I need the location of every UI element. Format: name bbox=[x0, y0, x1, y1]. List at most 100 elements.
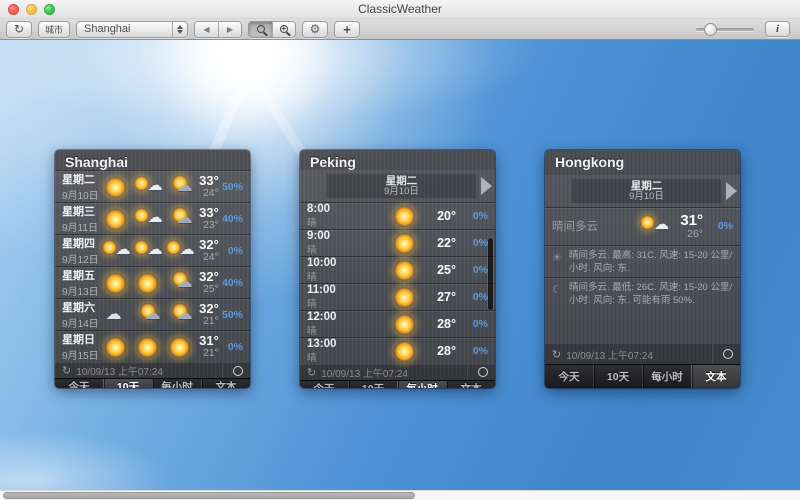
gear-icon: ⚙ bbox=[310, 23, 321, 35]
tab-text[interactable]: 文本 bbox=[201, 379, 250, 388]
day-label: 星期日 bbox=[62, 331, 101, 347]
zoom-window-button[interactable] bbox=[44, 4, 55, 15]
nav-segment: ◀ ▶ bbox=[194, 21, 242, 38]
next-day-icon[interactable] bbox=[726, 182, 737, 200]
tab-text[interactable]: 文本 bbox=[691, 365, 740, 388]
forecast-row: 星期二9月10日 33°24° 50% bbox=[55, 170, 250, 202]
tab-today[interactable]: 今天 bbox=[300, 381, 348, 388]
hour-row: 13:00晴 28° 0% bbox=[300, 337, 495, 364]
day-selector[interactable]: 星期二 9月10日 bbox=[545, 175, 740, 207]
footer-right bbox=[467, 365, 488, 380]
day-selector-box[interactable]: 星期二 9月10日 bbox=[326, 173, 477, 199]
day-label: 星期三 bbox=[62, 203, 101, 219]
precip-chance: 0% bbox=[458, 237, 488, 249]
weather-icon bbox=[133, 304, 163, 326]
condition-label: 晴间多云 bbox=[552, 218, 639, 234]
scale-slider[interactable] bbox=[696, 28, 754, 31]
precip-chance: 50% bbox=[219, 309, 243, 321]
weather-icon bbox=[101, 304, 131, 326]
tab-today[interactable]: 今天 bbox=[545, 365, 593, 388]
magnifier-icon bbox=[257, 25, 265, 33]
panel-footer: ↻ 10/09/13 上午07:24 bbox=[300, 364, 495, 380]
temp-label: 25° bbox=[420, 263, 456, 277]
low-temp: 25° bbox=[195, 284, 219, 295]
weather-icon bbox=[390, 232, 420, 254]
status-circle-icon[interactable] bbox=[233, 366, 243, 376]
back-button[interactable]: ◀ bbox=[195, 22, 218, 37]
high-temp: 31° bbox=[669, 213, 703, 229]
day-label: 星期四 bbox=[62, 235, 101, 251]
panel-title: Peking bbox=[300, 150, 495, 170]
add-city-button[interactable]: + bbox=[334, 21, 360, 38]
forecast-row: 星期五9月13日 32°25° 40% bbox=[55, 266, 250, 298]
horizontal-scrollbar-thumb[interactable] bbox=[3, 492, 415, 499]
updated-timestamp: 10/09/13 上午07:24 bbox=[321, 365, 408, 380]
refresh-icon[interactable]: ↻ bbox=[307, 366, 316, 379]
forecast-row: 星期六9月14日 32°21° 50% bbox=[55, 298, 250, 330]
date-label: 9月10日 bbox=[572, 192, 721, 203]
tab-hourly[interactable]: 每小时 bbox=[397, 381, 446, 388]
hourly-rows: 8:00晴 20° 0% 9:00晴 22° 0% 10:00晴 25° 0% bbox=[300, 202, 495, 364]
status-circle-icon[interactable] bbox=[723, 349, 733, 359]
temp-label: 28° bbox=[420, 317, 456, 331]
next-day-icon[interactable] bbox=[481, 177, 492, 195]
city-button[interactable]: 城市 bbox=[38, 21, 70, 38]
weather-panel-peking: Peking 星期二 9月10日 8:00晴 20° 0% 9:00晴 bbox=[300, 150, 495, 388]
tab-hourly[interactable]: 每小时 bbox=[152, 379, 201, 388]
refresh-button[interactable]: ↻ bbox=[6, 21, 32, 38]
precip-chance: 0% bbox=[458, 318, 488, 330]
info-button[interactable]: i bbox=[765, 21, 790, 37]
high-temp: 33° bbox=[195, 206, 219, 220]
time-label: 9:00 bbox=[307, 230, 390, 242]
day-forecast-text: 晴间多云. 最高: 31C. 风速: 15-20 公里/小时. 风向: 东. bbox=[569, 250, 733, 276]
tab-10day[interactable]: 10天 bbox=[593, 365, 642, 388]
low-temp: 21° bbox=[195, 316, 219, 327]
forward-button[interactable]: ▶ bbox=[218, 22, 241, 37]
weather-icon bbox=[639, 215, 669, 237]
temp-label: 27° bbox=[420, 290, 456, 304]
tab-10day[interactable]: 10天 bbox=[348, 381, 397, 388]
precip-chance: 0% bbox=[458, 345, 488, 357]
panel-footer: ↻ 10/09/13 上午07:24 bbox=[545, 343, 740, 364]
info-icon: i bbox=[776, 23, 779, 35]
forecast-row: 星期四9月12日 32°24° 0% bbox=[55, 234, 250, 266]
zoom-in-button[interactable] bbox=[272, 22, 295, 37]
minimize-button[interactable] bbox=[26, 4, 37, 15]
day-selector-box[interactable]: 星期二 9月10日 bbox=[571, 178, 722, 204]
tab-today[interactable]: 今天 bbox=[55, 379, 103, 388]
updated-timestamp: 10/09/13 上午07:24 bbox=[76, 363, 163, 378]
high-temp: 32° bbox=[195, 302, 219, 316]
weather-icon bbox=[133, 272, 163, 294]
weather-icon bbox=[101, 240, 131, 262]
refresh-icon[interactable]: ↻ bbox=[552, 348, 561, 361]
tab-text[interactable]: 文本 bbox=[446, 381, 495, 388]
refresh-icon[interactable]: ↻ bbox=[62, 364, 71, 377]
close-button[interactable] bbox=[8, 4, 19, 15]
city-select[interactable]: Shanghai bbox=[76, 21, 188, 38]
tab-hourly[interactable]: 每小时 bbox=[642, 365, 691, 388]
low-temp: 23° bbox=[195, 220, 219, 231]
precip-chance: 0% bbox=[458, 264, 488, 276]
time-label: 10:00 bbox=[307, 257, 390, 269]
panel-empty-space bbox=[545, 310, 740, 343]
titlebar: ClassicWeather bbox=[0, 0, 800, 19]
window-title: ClassicWeather bbox=[0, 0, 800, 19]
tab-10day[interactable]: 10天 bbox=[103, 379, 152, 388]
zoom-out-button[interactable] bbox=[249, 22, 272, 37]
view-tabs: 今天 10天 每小时 文本 bbox=[545, 364, 740, 388]
day-selector[interactable]: 星期二 9月10日 bbox=[300, 170, 495, 202]
forward-icon: ▶ bbox=[227, 25, 233, 34]
zoom-segment bbox=[248, 21, 296, 38]
weather-icon bbox=[165, 304, 195, 326]
status-circle-icon[interactable] bbox=[478, 367, 488, 377]
day-label: 星期六 bbox=[62, 299, 101, 315]
settings-button[interactable]: ⚙ bbox=[302, 21, 328, 38]
slider-knob[interactable] bbox=[704, 23, 717, 36]
horizontal-scrollbar[interactable] bbox=[0, 490, 800, 500]
high-temp: 32° bbox=[195, 270, 219, 284]
date-label: 9月12日 bbox=[62, 251, 101, 266]
precip-chance: 0% bbox=[703, 220, 733, 232]
time-label: 8:00 bbox=[307, 203, 390, 215]
weather-icon bbox=[101, 176, 131, 198]
panel-scrollbar[interactable] bbox=[488, 238, 493, 310]
